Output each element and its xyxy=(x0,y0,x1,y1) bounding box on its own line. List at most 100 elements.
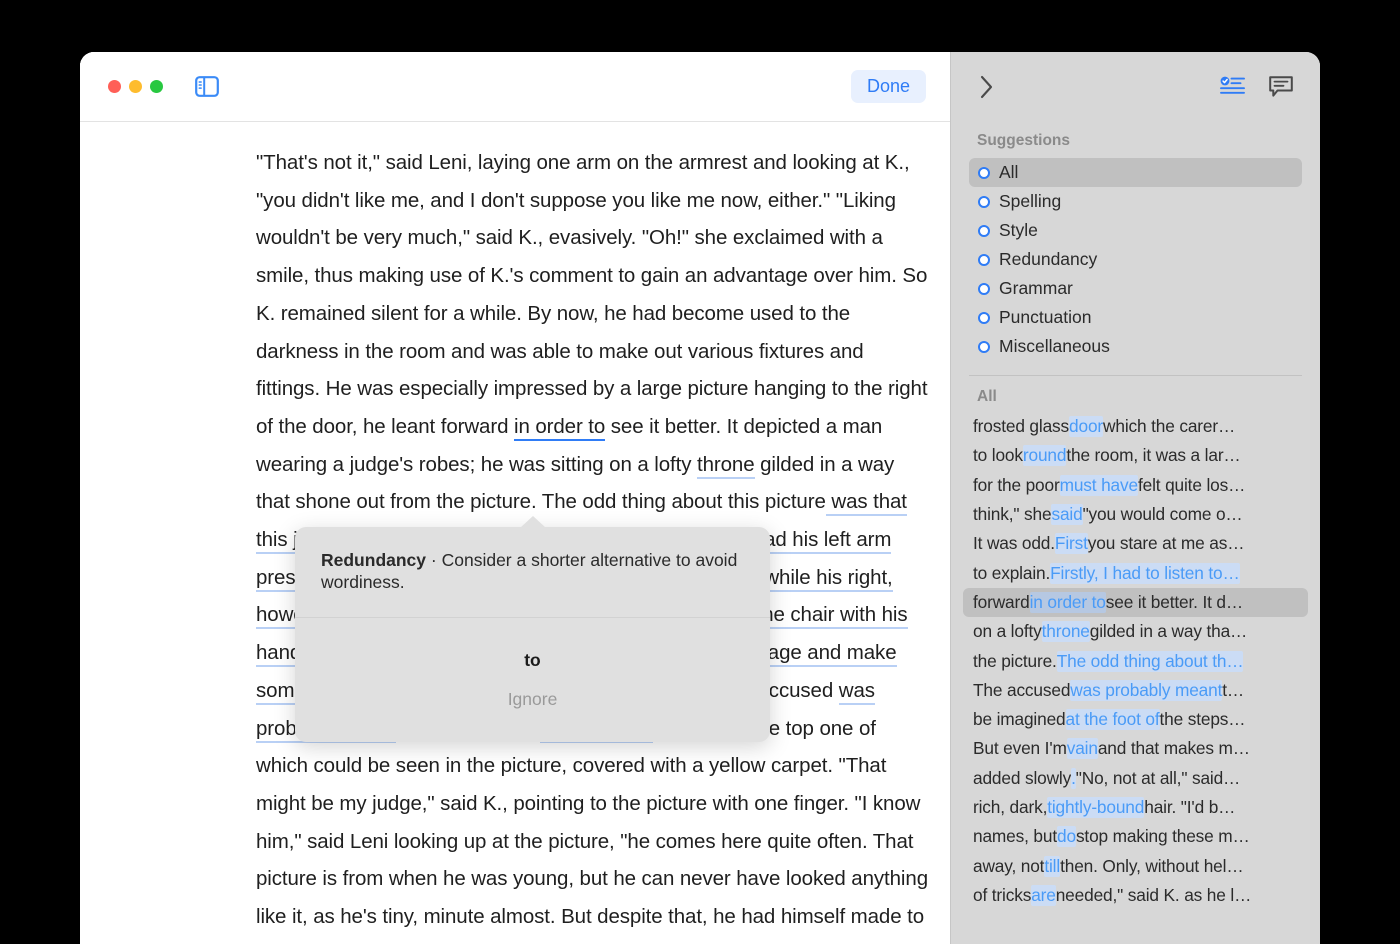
suggestion-underline[interactable]: throne xyxy=(697,453,755,479)
filter-item-miscellaneous[interactable]: Miscellaneous xyxy=(969,332,1302,361)
result-prefix: to explain. xyxy=(973,563,1050,584)
popover-arrow xyxy=(520,516,546,528)
filter-item-label: Punctuation xyxy=(999,307,1091,328)
editor-pane: Done "That's not it," said Leni, laying … xyxy=(80,52,950,944)
close-window-button[interactable] xyxy=(108,80,121,93)
result-prefix: think," she xyxy=(973,504,1051,525)
filter-item-all[interactable]: All xyxy=(969,158,1302,187)
sidebar-toggle-icon[interactable] xyxy=(194,75,220,99)
result-highlight: said xyxy=(1051,504,1082,525)
result-highlight: First xyxy=(1055,533,1088,554)
popover-category: Redundancy xyxy=(321,550,426,570)
filter-item-redundancy[interactable]: Redundancy xyxy=(969,245,1302,274)
minimize-window-button[interactable] xyxy=(129,80,142,93)
suggestion-result-row[interactable]: the picture. The odd thing about th… xyxy=(963,646,1308,675)
proofread-check-list-icon[interactable] xyxy=(1220,76,1246,98)
result-suffix: "No, not at all," said… xyxy=(1076,768,1240,789)
result-suffix: gilded in a way tha… xyxy=(1090,621,1247,642)
suggestion-results-list[interactable]: frosted glass door which the carer…to lo… xyxy=(951,412,1320,944)
filter-item-label: Spelling xyxy=(999,191,1061,212)
done-button[interactable]: Done xyxy=(851,70,926,103)
popover-actions: to Ignore xyxy=(295,618,770,742)
result-suffix: stop making these m… xyxy=(1076,826,1250,847)
result-suffix: t… xyxy=(1222,680,1244,701)
result-prefix: on a lofty xyxy=(973,621,1042,642)
suggestion-result-row[interactable]: rich, dark, tightly-bound hair. "I'd b… xyxy=(963,793,1308,822)
result-suffix: hair. "I'd b… xyxy=(1144,797,1235,818)
result-highlight: do xyxy=(1057,826,1076,847)
suggestion-result-row[interactable]: frosted glass door which the carer… xyxy=(963,412,1308,441)
filter-item-label: All xyxy=(999,162,1018,183)
result-suffix: the steps… xyxy=(1160,709,1246,730)
suggestion-result-row[interactable]: be imagined at the foot of the steps… xyxy=(963,705,1308,734)
result-prefix: for the poor xyxy=(973,475,1060,496)
app-window: Done "That's not it," said Leni, laying … xyxy=(80,52,1320,944)
suggestion-result-row[interactable]: forward in order to see it better. It d… xyxy=(963,588,1308,617)
radio-icon xyxy=(978,283,990,295)
result-highlight: vain xyxy=(1067,738,1098,759)
window-controls xyxy=(108,80,163,93)
filter-item-grammar[interactable]: Grammar xyxy=(969,274,1302,303)
result-highlight: tightly-bound xyxy=(1047,797,1144,818)
result-suffix: which the carer… xyxy=(1103,416,1235,437)
result-highlight: are xyxy=(1031,885,1056,906)
result-suffix: the room, it was a lar… xyxy=(1066,445,1240,466)
result-highlight: The odd thing about th… xyxy=(1057,651,1244,672)
radio-icon xyxy=(978,254,990,266)
suggestion-result-row[interactable]: names, but do stop making these m… xyxy=(963,822,1308,851)
suggestion-result-row[interactable]: But even I'm vain and that makes m… xyxy=(963,734,1308,763)
comment-bubble-icon[interactable] xyxy=(1268,75,1294,99)
result-suffix: then. Only, without hel… xyxy=(1060,856,1243,877)
document-text-run: "That's not it," said Leni, laying one a… xyxy=(256,151,927,438)
result-highlight: at the foot of xyxy=(1066,709,1160,730)
suggestions-sidebar: Suggestions AllSpellingStyleRedundancyGr… xyxy=(950,52,1320,944)
suggestion-result-row[interactable]: for the poor must have felt quite los… xyxy=(963,471,1308,500)
active-suggestion-underline[interactable]: in order to xyxy=(514,415,605,441)
result-suffix: you stare at me as… xyxy=(1088,533,1245,554)
radio-icon xyxy=(978,225,990,237)
maximize-window-button[interactable] xyxy=(150,80,163,93)
result-suffix: see it better. It d… xyxy=(1106,592,1243,613)
result-highlight: till xyxy=(1044,856,1060,877)
result-prefix: frosted glass xyxy=(973,416,1069,437)
suggestion-result-row[interactable]: think," she said "you would come o… xyxy=(963,500,1308,529)
filter-item-style[interactable]: Style xyxy=(969,216,1302,245)
radio-icon xyxy=(978,196,990,208)
result-highlight: door xyxy=(1069,416,1103,437)
result-prefix: be imagined xyxy=(973,709,1066,730)
editor-toolbar: Done xyxy=(80,52,950,122)
suggestion-result-row[interactable]: away, not till then. Only, without hel… xyxy=(963,851,1308,880)
result-highlight: Firstly, I had to listen to… xyxy=(1050,563,1239,584)
chevron-right-icon[interactable] xyxy=(979,74,995,100)
sidebar-toolbar xyxy=(951,52,1320,122)
apply-replacement-button[interactable]: to xyxy=(315,644,750,671)
sidebar-toolbar-actions xyxy=(1220,75,1294,99)
radio-icon xyxy=(978,341,990,353)
result-prefix: It was odd. xyxy=(973,533,1055,554)
radio-icon xyxy=(978,167,990,179)
filter-item-spelling[interactable]: Spelling xyxy=(969,187,1302,216)
suggestion-result-row[interactable]: added slowly. "No, not at all," said… xyxy=(963,764,1308,793)
result-prefix: names, but xyxy=(973,826,1057,847)
result-prefix: added slowly xyxy=(973,768,1071,789)
result-suffix: felt quite los… xyxy=(1138,475,1245,496)
popover-separator: · xyxy=(426,550,442,570)
result-prefix: of tricks xyxy=(973,885,1031,906)
suggestion-result-row[interactable]: The accused was probably meant t… xyxy=(963,676,1308,705)
suggestion-filter-list: All Spelling StyleRedundancyGrammar Punctua… xyxy=(951,158,1320,361)
result-suffix: and that makes m… xyxy=(1098,738,1250,759)
suggestion-result-row[interactable]: on a lofty throne gilded in a way tha… xyxy=(963,617,1308,646)
document-scroll-area[interactable]: "That's not it," said Leni, laying one a… xyxy=(80,122,950,944)
suggestion-result-row[interactable]: It was odd. First you stare at me as… xyxy=(963,529,1308,558)
radio-icon xyxy=(978,312,990,324)
result-suffix: needed," said K. as he l… xyxy=(1056,885,1251,906)
result-prefix: away, not xyxy=(973,856,1044,877)
suggestion-result-row[interactable]: to explain. Firstly, I had to listen to… xyxy=(963,558,1308,587)
popover-description: Redundancy · Consider a shorter alternat… xyxy=(295,527,770,618)
suggestion-result-row[interactable]: of tricks are needed," said K. as he l… xyxy=(963,881,1308,910)
filter-item-punctuation[interactable]: Punctuation xyxy=(969,303,1302,332)
filter-item-label: Miscellaneous xyxy=(999,336,1110,357)
suggestion-result-row[interactable]: to look round the room, it was a lar… xyxy=(963,441,1308,470)
result-prefix: to look xyxy=(973,445,1023,466)
ignore-suggestion-button[interactable]: Ignore xyxy=(315,671,750,734)
